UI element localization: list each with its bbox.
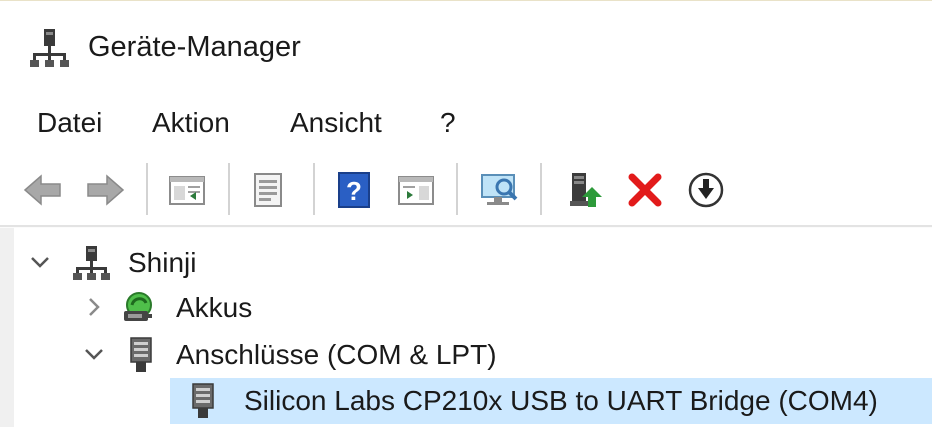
disable-device-icon <box>685 169 727 211</box>
menu-bar: Datei Aktion Ansicht ? <box>0 95 932 155</box>
tree-node-akkus[interactable]: Akkus <box>72 285 372 331</box>
computer-icon <box>73 244 111 282</box>
chevron-down-icon[interactable] <box>28 250 52 274</box>
update-driver-icon <box>562 169 604 211</box>
toolbar-separator <box>313 163 315 215</box>
device-manager-window: Geräte-Manager Datei Aktion Ansicht ? ? … <box>0 0 932 427</box>
tree-node-anschluesse[interactable]: Anschlüsse (COM & LPT) <box>72 332 592 378</box>
tree-item-label: Silicon Labs CP210x USB to UART Bridge (… <box>244 385 878 416</box>
tree-root-label: Shinji <box>128 247 197 278</box>
menu-item-ansicht[interactable]: Ansicht <box>290 103 382 143</box>
device-manager-icon <box>30 27 70 69</box>
back-arrow-icon <box>22 169 64 211</box>
menu-item-help[interactable]: ? <box>440 103 456 143</box>
show-action-pane-button[interactable] <box>395 169 437 211</box>
forward-button[interactable] <box>84 169 126 211</box>
show-hide-console-tree-button[interactable] <box>166 169 208 211</box>
tree-node-label: Anschlüsse (COM & LPT) <box>176 339 497 370</box>
uninstall-device-button[interactable] <box>624 169 666 211</box>
toolbar-separator <box>540 163 542 215</box>
title-bar: Geräte-Manager <box>0 0 932 96</box>
menu-item-aktion[interactable]: Aktion <box>152 103 230 143</box>
port-connector-icon <box>122 336 160 374</box>
chevron-down-icon[interactable] <box>82 342 106 366</box>
show-action-pane-icon <box>395 169 437 211</box>
toolbar-separator <box>146 163 148 215</box>
toolbar-separator <box>456 163 458 215</box>
window-title: Geräte-Manager <box>88 31 301 63</box>
forward-arrow-icon <box>84 169 126 211</box>
tree-item-silicon-labs-cp210x[interactable]: Silicon Labs CP210x USB to UART Bridge (… <box>170 378 932 424</box>
device-tree: Shinji Akkus Anschlüsse (COM & LPT) Sili… <box>0 228 932 427</box>
properties-icon <box>247 169 289 211</box>
toolbar-separator <box>228 163 230 215</box>
tree-root-row[interactable]: Shinji <box>28 240 328 286</box>
show-hide-console-tree-icon <box>166 169 208 211</box>
disable-device-button[interactable] <box>685 169 727 211</box>
chevron-right-icon[interactable] <box>82 295 106 319</box>
svg-text:?: ? <box>346 176 362 206</box>
scan-hardware-changes-icon <box>478 169 520 211</box>
help-icon: ? <box>333 169 375 211</box>
toolbar: ? <box>0 155 932 227</box>
uninstall-device-icon <box>624 169 666 211</box>
port-connector-icon <box>184 382 222 420</box>
back-button[interactable] <box>22 169 64 211</box>
update-driver-button[interactable] <box>562 169 604 211</box>
properties-button[interactable] <box>247 169 289 211</box>
menu-item-datei[interactable]: Datei <box>37 103 102 143</box>
battery-icon <box>120 289 158 327</box>
scan-hardware-changes-button[interactable] <box>478 169 520 211</box>
help-button[interactable]: ? <box>333 169 375 211</box>
tree-node-label: Akkus <box>176 292 253 323</box>
